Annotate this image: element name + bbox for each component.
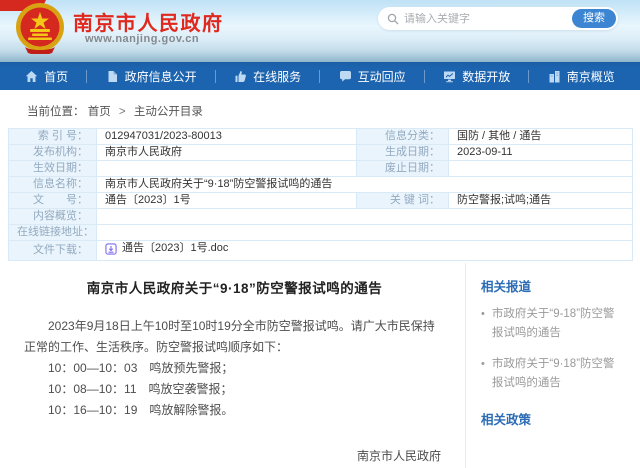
article-title: 南京市人民政府关于“9·18”防空警报试鸣的通告	[24, 277, 445, 297]
nav-divider	[86, 70, 87, 83]
related-policy-heading: 相关政策	[481, 409, 624, 428]
bullet-icon: •	[481, 305, 485, 343]
related-news-list: • 市政府关于“9-18”防空警报试鸣的通告 • 市政府关于“9·18”防空警报…	[481, 305, 624, 393]
site-url: www.nanjing.gov.cn	[85, 33, 199, 45]
table-row: 索 引 号： 012947031/2023-80013 信息分类： 国防 / 其…	[9, 129, 633, 145]
breadcrumb-current: 主动公开目录	[134, 106, 203, 118]
download-icon	[105, 243, 117, 255]
nav-divider	[424, 70, 425, 83]
effective-label: 生效日期：	[9, 161, 97, 177]
nav-item-home[interactable]: 首页	[25, 68, 68, 85]
category-label: 信息分类：	[357, 129, 449, 145]
created-label: 生成日期：	[357, 145, 449, 161]
nav-divider	[528, 70, 529, 83]
publisher-label: 发布机构：	[9, 145, 97, 161]
related-sidebar: 相关报道 • 市政府关于“9-18”防空警报试鸣的通告 • 市政府关于“9·18…	[466, 263, 632, 468]
category-value: 国防 / 其他 / 通告	[449, 129, 633, 145]
created-value: 2023-09-11	[449, 145, 633, 161]
site-title: 南京市人民政府	[73, 7, 224, 36]
building-icon	[548, 70, 561, 83]
schedule-line: 10：16—10：19 鸣放解除警报。	[24, 400, 445, 421]
repeal-value	[449, 161, 633, 177]
publisher-value: 南京市人民政府	[97, 145, 357, 161]
download-label: 文件下载：	[9, 241, 97, 261]
nav-divider	[319, 70, 320, 83]
nav-item-label: 南京概览	[567, 68, 615, 85]
index-label: 索 引 号：	[9, 129, 97, 145]
nav-item-label: 首页	[44, 68, 68, 85]
keywords-label: 关 键 词：	[357, 193, 449, 209]
weblink-label: 在线链接地址：	[9, 225, 97, 241]
summary-label: 内容概览：	[9, 209, 97, 225]
name-value: 南京市人民政府关于“9·18”防空警报试鸣的通告	[97, 177, 633, 193]
repeal-label: 废止日期：	[357, 161, 449, 177]
list-item[interactable]: • 市政府关于“9·18”防空警报试鸣的通告	[481, 355, 624, 393]
nav-item-interaction[interactable]: 互动回应	[339, 68, 406, 85]
breadcrumb: 当前位置： 首页 > 主动公开目录	[0, 90, 640, 128]
article-paragraph: 2023年9月18日上午10时至10时19分全市防空警报试鸣。请广大市民保持正常…	[24, 316, 445, 358]
article: 南京市人民政府关于“9·18”防空警报试鸣的通告 2023年9月18日上午10时…	[8, 263, 466, 468]
signature-org: 南京市人民政府	[24, 446, 441, 467]
list-item[interactable]: • 市政府关于“9-18”防空警报试鸣的通告	[481, 305, 624, 343]
table-row: 文件下载： 通告〔2023〕1号.doc	[9, 241, 633, 261]
table-row: 信息名称： 南京市人民政府关于“9·18”防空警报试鸣的通告	[9, 177, 633, 193]
table-row: 生效日期： 废止日期：	[9, 161, 633, 177]
nav-item-label: 互动回应	[358, 68, 406, 85]
breadcrumb-home-link[interactable]: 首页	[88, 106, 111, 118]
document-meta-table: 索 引 号： 012947031/2023-80013 信息分类： 国防 / 其…	[8, 128, 633, 261]
index-value: 012947031/2023-80013	[97, 129, 357, 145]
weblink-value	[97, 225, 633, 241]
bullet-icon: •	[481, 355, 485, 393]
chat-icon	[339, 70, 352, 83]
keywords-value: 防空警报;试鸣;通告	[449, 193, 633, 209]
summary-value	[97, 209, 633, 225]
name-label: 信息名称：	[9, 177, 97, 193]
page: 南京市人民政府 www.nanjing.gov.cn 搜索 首页 政府信息公开	[0, 0, 640, 468]
nav-divider	[215, 70, 216, 83]
effective-value	[97, 161, 357, 177]
search-box: 搜索	[378, 7, 618, 30]
nav-item-label: 政府信息公开	[125, 68, 197, 85]
breadcrumb-separator: >	[119, 106, 126, 118]
table-row: 文 号： 通告〔2023〕1号 关 键 词： 防空警报;试鸣;通告	[9, 193, 633, 209]
signature-block: 南京市人民政府 2023年9月11日	[24, 446, 445, 468]
schedule-line: 10：08—10：11 鸣放空袭警报；	[24, 379, 445, 400]
related-news-heading: 相关报道	[481, 276, 624, 295]
docno-value: 通告〔2023〕1号	[97, 193, 357, 209]
data-monitor-icon	[443, 70, 456, 83]
document-icon	[106, 70, 119, 83]
thumbs-up-icon	[234, 70, 247, 83]
table-row: 在线链接地址：	[9, 225, 633, 241]
schedule-line: 10：00—10：03 鸣放预先警报；	[24, 358, 445, 379]
content-area: 南京市人民政府关于“9·18”防空警报试鸣的通告 2023年9月18日上午10时…	[8, 263, 632, 468]
main-nav: 首页 政府信息公开 在线服务 互动回应 数据开放	[0, 62, 640, 90]
nav-item-gov-info[interactable]: 政府信息公开	[106, 68, 197, 85]
site-header: 南京市人民政府 www.nanjing.gov.cn 搜索	[0, 0, 640, 62]
related-news-link: 市政府关于“9·18”防空警报试鸣的通告	[492, 355, 624, 393]
nav-item-label: 数据开放	[462, 68, 510, 85]
nav-item-label: 在线服务	[253, 68, 301, 85]
table-row: 内容概览：	[9, 209, 633, 225]
file-download-name: 通告〔2023〕1号.doc	[122, 242, 228, 255]
file-download-link[interactable]: 通告〔2023〕1号.doc	[105, 242, 228, 255]
nav-item-online-services[interactable]: 在线服务	[234, 68, 301, 85]
table-row: 发布机构： 南京市人民政府 生成日期： 2023-09-11	[9, 145, 633, 161]
search-button[interactable]: 搜索	[572, 9, 616, 28]
related-news-link: 市政府关于“9-18”防空警报试鸣的通告	[492, 305, 624, 343]
nav-item-overview[interactable]: 南京概览	[548, 68, 615, 85]
national-emblem-logo	[13, 2, 67, 54]
docno-label: 文 号：	[9, 193, 97, 209]
home-icon	[25, 70, 38, 83]
nav-item-open-data[interactable]: 数据开放	[443, 68, 510, 85]
breadcrumb-prefix: 当前位置：	[27, 106, 85, 118]
search-input[interactable]	[404, 13, 572, 25]
search-icon	[387, 13, 399, 25]
